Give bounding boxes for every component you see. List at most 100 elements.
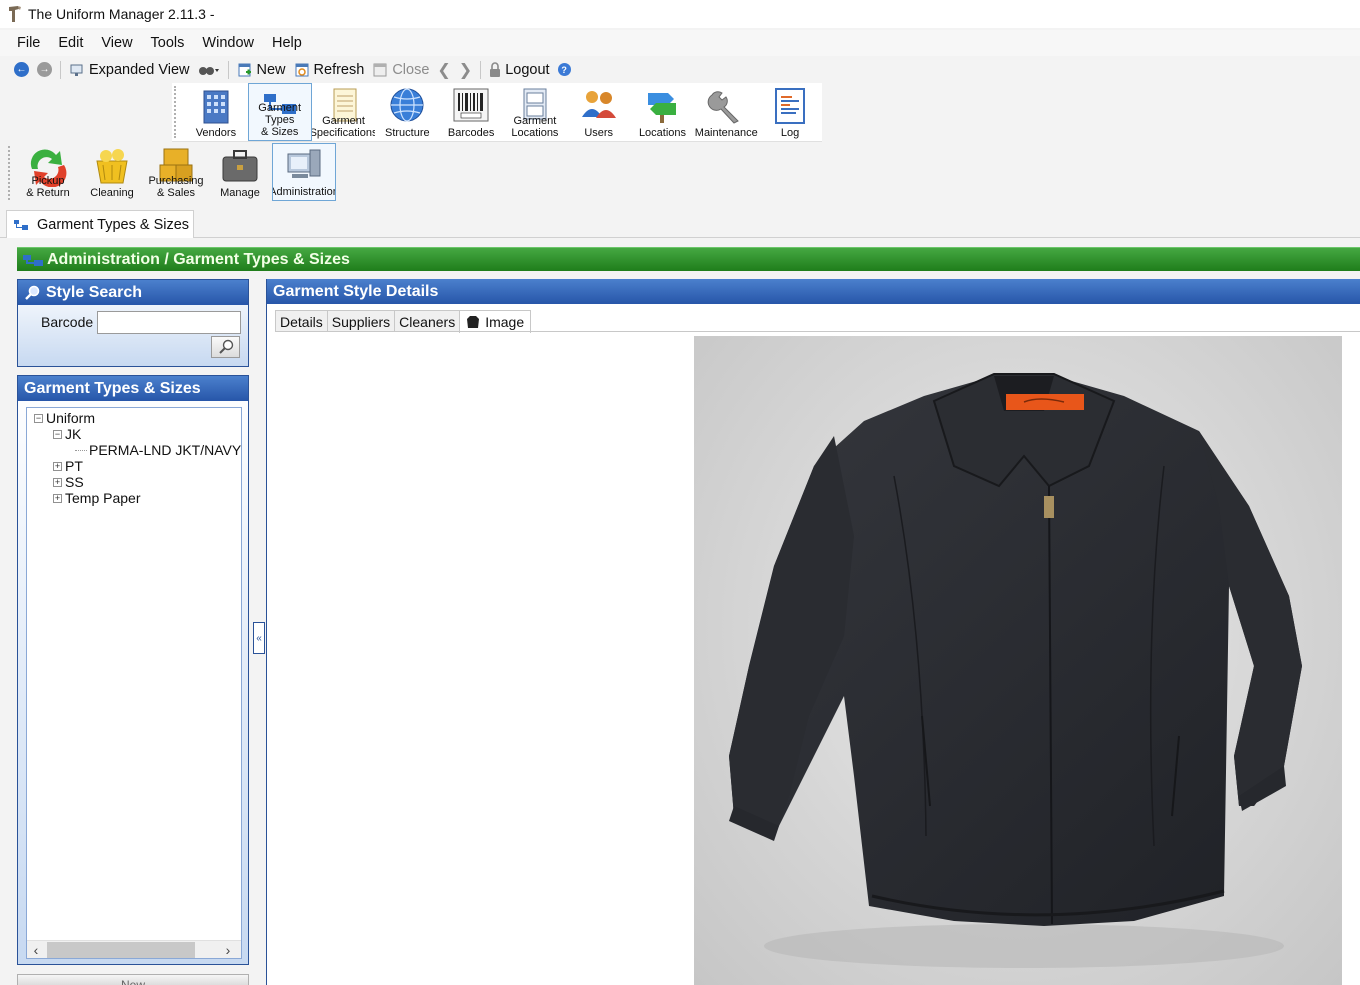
garment-locations-button[interactable]: Garment Locations (503, 83, 567, 141)
new-label: New (256, 61, 286, 78)
barcodes-button[interactable]: Barcodes (439, 83, 503, 141)
cleaning-label: Cleaning (90, 187, 134, 199)
users-label: Users (584, 127, 614, 139)
lock-icon (490, 61, 501, 77)
binoculars-dropdown-button[interactable] (194, 63, 224, 77)
laundry-basket-icon (96, 149, 128, 184)
help-icon: ? (557, 63, 571, 76)
help-button[interactable]: ? (554, 63, 575, 76)
garment-style-details-title: Garment Style Details (273, 282, 439, 300)
tree-node-temp-paper[interactable]: + Temp Paper (53, 490, 140, 506)
style-search-header: Style Search (18, 280, 248, 305)
next-button[interactable]: ❯ (455, 60, 476, 80)
menu-tools[interactable]: Tools (142, 35, 194, 51)
monitor-icon (70, 64, 83, 76)
administration-button[interactable]: Administration (272, 143, 336, 201)
close-label: Close (392, 61, 430, 78)
tab-label: Garment Types & Sizes (37, 216, 190, 233)
close-button[interactable]: Close (368, 62, 433, 78)
chevron-right-icon: ❯ (458, 61, 473, 79)
menu-edit[interactable]: Edit (49, 35, 92, 51)
jacket-icon (467, 316, 480, 328)
tree-node-label: Uniform (46, 410, 96, 426)
collapse-icon[interactable]: − (53, 429, 62, 439)
globe-icon (390, 88, 424, 122)
tab-details[interactable]: Details (275, 310, 328, 332)
scroll-thumb[interactable] (47, 941, 195, 958)
style-search-title: Style Search (46, 283, 143, 301)
network-icon (23, 254, 43, 266)
horizontal-scrollbar[interactable]: ‹ › (27, 940, 241, 958)
tab-garment-types-sizes[interactable]: Garment Types & Sizes (6, 210, 194, 238)
computer-icon (287, 149, 321, 178)
refresh-button[interactable]: Refresh (290, 62, 369, 78)
garment-specifications-line2: Specifications (311, 127, 376, 139)
document-tab-strip: Garment Types & Sizes (0, 208, 1360, 238)
barcodes-label: Barcodes (447, 127, 495, 139)
back-button[interactable]: ← (10, 62, 33, 77)
menu-file[interactable]: File (8, 35, 49, 51)
new-garment-button[interactable]: New (17, 974, 249, 985)
tab-underline (275, 331, 1360, 332)
search-button[interactable] (211, 336, 240, 358)
app-logo-icon (9, 6, 21, 22)
double-chevron-left-icon: « (256, 632, 262, 644)
vendors-label: Vendors (195, 127, 237, 139)
tab-cleaners[interactable]: Cleaners (394, 310, 461, 332)
menu-help[interactable]: Help (263, 35, 311, 51)
toolbar-separator (60, 60, 61, 79)
vendors-button[interactable]: Vendors (184, 83, 248, 141)
garment-types-sizes-title: Garment Types & Sizes (24, 379, 201, 397)
maintenance-button[interactable]: Maintenance (694, 83, 758, 141)
tab-suppliers[interactable]: Suppliers (326, 310, 396, 332)
building-icon (203, 90, 229, 124)
tree-node-label: JK (65, 426, 82, 442)
locations-button[interactable]: Locations (631, 83, 695, 141)
menu-view[interactable]: View (92, 35, 141, 51)
scroll-right-icon[interactable]: › (219, 942, 237, 958)
structure-button[interactable]: Structure (375, 83, 439, 141)
menu-window[interactable]: Window (193, 35, 263, 51)
purchasing-sales-button[interactable]: Purchasing & Sales (144, 143, 208, 201)
pickup-return-button[interactable]: Pickup & Return (16, 143, 80, 201)
manage-button[interactable]: Manage (208, 143, 272, 201)
expand-icon[interactable]: + (53, 477, 62, 487)
logout-button[interactable]: Logout (485, 62, 553, 78)
garment-locations-line1: Garment (513, 115, 557, 127)
users-button[interactable]: Users (567, 83, 631, 141)
toolbar-separator (480, 60, 482, 79)
garment-specifications-line1: Garment (322, 115, 365, 127)
garment-image (694, 336, 1342, 985)
tree-node-uniform[interactable]: − Uniform (34, 410, 95, 426)
previous-button[interactable]: ❮ (433, 60, 454, 80)
tree-node-ss[interactable]: + SS (53, 474, 84, 490)
users-icon (581, 91, 616, 118)
tree-node-label: SS (65, 474, 84, 490)
wrench-icon (708, 91, 740, 124)
scroll-left-icon[interactable]: ‹ (27, 942, 45, 958)
ribbon-grip (174, 86, 178, 138)
expand-icon[interactable]: + (53, 493, 62, 503)
expanded-view-button[interactable]: Expanded View (65, 62, 194, 78)
forward-button[interactable]: → (33, 62, 56, 77)
collapse-panel-button[interactable]: « (253, 622, 265, 654)
tree-node-jk[interactable]: − JK (53, 426, 81, 442)
tree-node-perma-lnd-jkt[interactable]: PERMA-LND JKT/NAVY T (75, 442, 241, 458)
garment-types-sizes-button[interactable]: Garment Types & Sizes (247, 83, 312, 141)
garment-style-details-header: Garment Style Details (267, 279, 1360, 304)
title-bar: The Uniform Manager 2.11.3 - (0, 0, 1360, 28)
close-document-icon (373, 63, 387, 76)
magnifier-icon (25, 285, 40, 300)
tree-node-pt[interactable]: + PT (53, 458, 83, 474)
cleaning-button[interactable]: Cleaning (80, 143, 144, 201)
tree-node-label: PT (65, 458, 83, 474)
new-button[interactable]: New (233, 62, 290, 78)
barcode-input[interactable] (97, 311, 241, 334)
breadcrumb-header: Administration / Garment Types & Sizes (17, 247, 1360, 271)
log-button[interactable]: Log (758, 83, 822, 141)
expand-icon[interactable]: + (53, 461, 62, 471)
garment-specifications-button[interactable]: Garment Specifications (311, 83, 376, 141)
tab-image[interactable]: Image (459, 310, 532, 333)
chevron-left-icon: ❮ (437, 61, 451, 79)
collapse-icon[interactable]: − (34, 413, 43, 423)
